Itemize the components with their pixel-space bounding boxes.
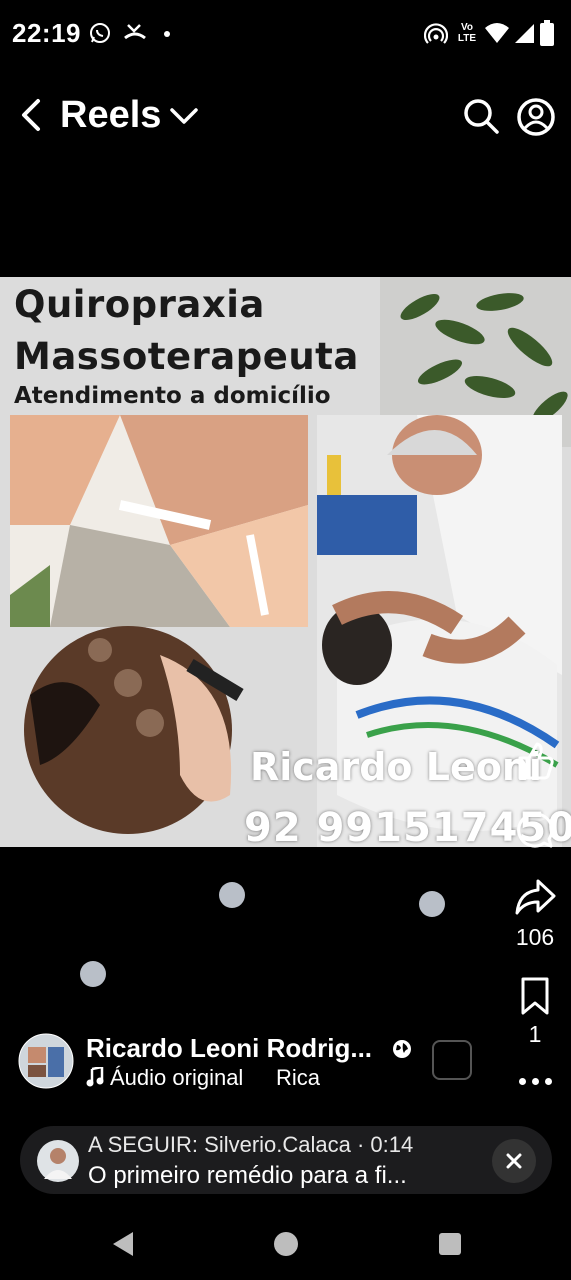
audio-scroll-text: Rica bbox=[276, 1065, 321, 1090]
volte-bottom-label: LTE bbox=[457, 33, 477, 44]
notification-dot-icon bbox=[164, 31, 170, 37]
massage-collage-image bbox=[10, 415, 308, 627]
more-options-icon[interactable] bbox=[519, 1078, 553, 1086]
signal-icon bbox=[515, 24, 534, 43]
author-name[interactable]: Ricardo Leoni Rodrig... bbox=[86, 1033, 372, 1064]
share-count: 106 bbox=[515, 924, 555, 950]
missed-call-icon bbox=[124, 24, 146, 40]
status-time: 22:19 bbox=[12, 18, 81, 48]
close-icon bbox=[506, 1153, 522, 1169]
poster-name: Ricardo Leoni bbox=[250, 745, 542, 789]
up-next-title: A SEGUIR: Silverio.Calaca · 0:14 bbox=[88, 1132, 414, 1157]
public-globe-icon bbox=[393, 1040, 411, 1058]
like-icon[interactable] bbox=[514, 740, 556, 782]
audio-label[interactable]: Áudio original bbox=[110, 1065, 243, 1091]
poster-line-2: Massoterapeuta bbox=[14, 335, 359, 378]
nav-recents-icon[interactable] bbox=[439, 1233, 461, 1255]
up-next-avatar bbox=[37, 1140, 79, 1182]
hotspot-icon bbox=[424, 23, 448, 44]
reels-title[interactable]: Reels bbox=[60, 94, 161, 137]
volte-icon: Vo LTE bbox=[456, 22, 478, 44]
close-up-next-button[interactable] bbox=[492, 1139, 536, 1183]
back-arrow-icon[interactable] bbox=[18, 97, 46, 133]
author-avatar[interactable] bbox=[18, 1033, 74, 1089]
chevron-down-icon[interactable] bbox=[168, 104, 200, 128]
follow-checkbox[interactable] bbox=[432, 1040, 472, 1080]
volte-top-label: Vo bbox=[460, 22, 474, 33]
reel-video[interactable]: Quiropraxia Massoterapeuta Atendimento a… bbox=[0, 277, 571, 847]
share-icon[interactable] bbox=[514, 878, 556, 916]
floating-dot bbox=[419, 891, 445, 917]
save-count: 1 bbox=[528, 1021, 542, 1047]
poster-line-1: Quiropraxia bbox=[14, 283, 265, 326]
bookmark-icon[interactable] bbox=[518, 976, 552, 1016]
whatsapp-icon bbox=[90, 23, 110, 43]
profile-icon[interactable] bbox=[516, 97, 556, 137]
floating-dot bbox=[80, 961, 106, 987]
battery-icon bbox=[540, 20, 554, 46]
music-note-icon bbox=[86, 1067, 104, 1087]
nav-back-icon[interactable] bbox=[110, 1230, 136, 1258]
search-icon[interactable] bbox=[462, 97, 500, 135]
cupping-therapy-image bbox=[24, 626, 244, 834]
floating-dot bbox=[219, 882, 245, 908]
nav-home-icon[interactable] bbox=[274, 1232, 298, 1256]
poster-line-3: Atendimento a domicílio bbox=[14, 383, 331, 409]
wifi-icon bbox=[485, 23, 509, 43]
up-next-caption: O primeiro remédio para a fi... bbox=[88, 1162, 407, 1189]
comment-icon[interactable] bbox=[514, 810, 554, 850]
